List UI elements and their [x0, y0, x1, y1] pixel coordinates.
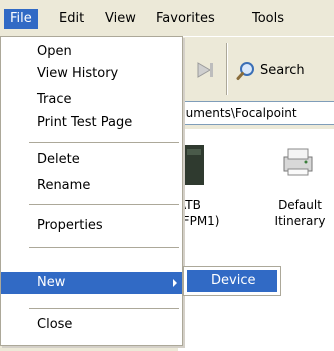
- submenu-item-device[interactable]: Device: [187, 270, 277, 292]
- printer-icon: [283, 148, 313, 176]
- forward-icon: [197, 62, 213, 78]
- menu-item-print-test-page[interactable]: Print Test Page: [1, 112, 182, 134]
- file-list-pane: ATB (FPM1) Default Itinerary: [178, 129, 334, 351]
- address-value: cuments\Focalpoint: [179, 106, 297, 120]
- menu-item-delete[interactable]: Delete: [1, 149, 182, 171]
- menu-separator: [29, 204, 179, 205]
- menu-separator: [29, 247, 179, 248]
- menu-bar: File Edit View Favorites Tools: [0, 0, 334, 37]
- file-label-atb: ATB (FPM1): [178, 198, 220, 228]
- menu-item-view-history[interactable]: View History: [1, 63, 182, 85]
- menu-item-close[interactable]: Close: [1, 314, 182, 336]
- menu-tools[interactable]: Tools: [246, 9, 290, 29]
- address-field[interactable]: cuments\Focalpoint: [178, 101, 334, 125]
- search-button-label: Search: [260, 63, 305, 78]
- menu-edit[interactable]: Edit: [53, 9, 90, 29]
- menu-item-properties[interactable]: Properties: [1, 215, 182, 237]
- menu-file[interactable]: File: [4, 9, 38, 29]
- file-label-default-itinerary: Default Itinerary: [274, 198, 326, 228]
- new-submenu: Device: [183, 266, 281, 296]
- menu-separator: [29, 142, 179, 143]
- file-item-default-itinerary[interactable]: Default Itinerary: [256, 129, 334, 229]
- printer-icon: [184, 145, 204, 185]
- menu-item-new[interactable]: New: [1, 272, 182, 294]
- menu-view[interactable]: View: [99, 9, 142, 29]
- submenu-arrow-icon: [173, 279, 177, 287]
- forward-button[interactable]: [190, 55, 220, 85]
- menu-favorites[interactable]: Favorites: [150, 9, 221, 29]
- menu-item-trace[interactable]: Trace: [1, 89, 182, 111]
- menu-item-rename[interactable]: Rename: [1, 175, 182, 197]
- file-item-atb[interactable]: ATB (FPM1): [178, 129, 238, 229]
- toolbar-separator: [226, 43, 228, 95]
- menu-item-open[interactable]: Open: [1, 41, 182, 63]
- menu-separator: [29, 308, 179, 309]
- search-icon: [236, 62, 254, 80]
- file-menu: Open View History Trace Print Test Page …: [0, 36, 183, 346]
